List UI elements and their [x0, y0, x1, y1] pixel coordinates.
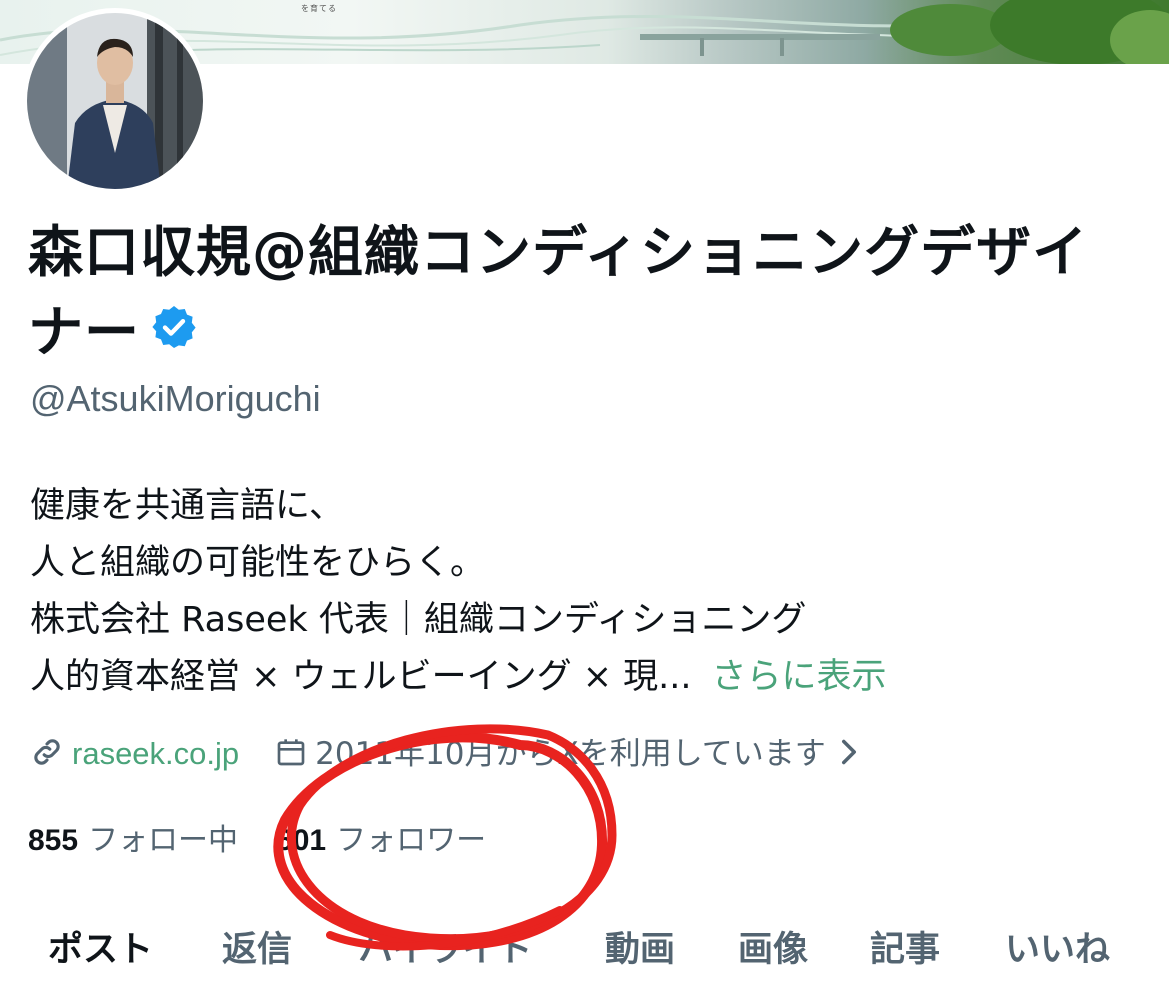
following-stat[interactable]: 855 フォロー中 — [28, 823, 238, 858]
show-more-link[interactable]: さらに表示 — [712, 657, 887, 697]
bio-line: 健康を共通言語に、 — [30, 486, 344, 526]
avatar-photo — [27, 13, 203, 189]
bio-line: 人と組織の可能性をひらく。 — [30, 543, 486, 583]
tab-highlights[interactable]: ハイライト — [358, 921, 532, 972]
profile-handle: @AtsukiMoriguchi — [30, 378, 321, 419]
verified-badge-icon[interactable] — [150, 292, 198, 372]
profile-bio: 健康を共通言語に、 人と組織の可能性をひらく。 株式会社 Raseek 代表｜組… — [30, 478, 887, 706]
profile-stats: 855 フォロー中 601 フォロワー — [28, 815, 486, 859]
avatar[interactable] — [22, 8, 208, 194]
bio-line: 株式会社 Raseek 代表｜組織コンディショニング — [30, 600, 807, 640]
tab-photos[interactable]: 画像 — [738, 921, 808, 972]
tab-articles[interactable]: 記事 — [870, 921, 940, 972]
tab-likes[interactable]: いいね — [1005, 921, 1110, 972]
tab-videos[interactable]: 動画 — [605, 921, 675, 972]
join-date[interactable]: 2011年10月からXを利用しています — [275, 736, 860, 772]
calendar-icon — [275, 736, 307, 776]
website-link[interactable]: raseek.co.jp — [72, 736, 239, 771]
bio-line-last: 人的資本経営 × ウェルビーイング × 現... さらに表示 — [30, 649, 887, 706]
following-count: 855 — [28, 824, 79, 857]
profile-tabs: ポスト 返信 ハイライト 動画 画像 記事 いいね — [0, 915, 1169, 975]
profile-name: 森口収規@組織コンディショニングデザイナー — [28, 212, 1128, 372]
join-date-text: 2011年10月からXを利用しています — [315, 736, 826, 772]
tab-replies[interactable]: 返信 — [222, 921, 292, 972]
banner-caption: を育てる — [301, 4, 337, 13]
bio-line-text: 人的資本経営 × ウェルビーイング × 現... — [30, 657, 692, 697]
tab-posts[interactable]: ポスト — [48, 921, 153, 972]
followers-count: 601 — [276, 824, 327, 857]
following-label: フォロー中 — [88, 823, 239, 858]
followers-label: フォロワー — [336, 823, 487, 858]
profile-meta: raseek.co.jp 2011年10月からXを利用しています — [30, 728, 860, 777]
link-icon — [30, 735, 64, 777]
chevron-right-icon — [838, 738, 860, 774]
followers-stat[interactable]: 601 フォロワー — [276, 823, 486, 858]
